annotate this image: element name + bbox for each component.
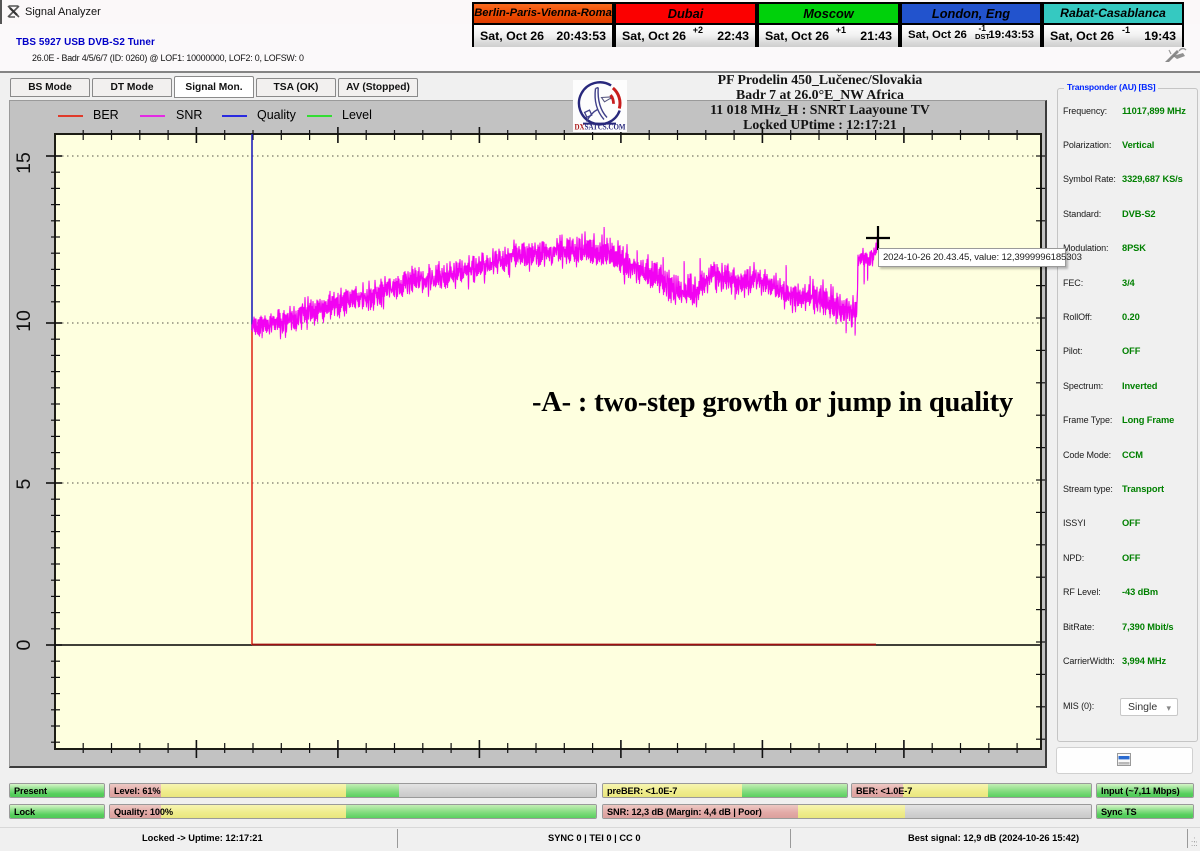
svg-text:10: 10 xyxy=(13,310,35,332)
svg-text:5: 5 xyxy=(13,478,35,489)
svg-text:15: 15 xyxy=(13,152,35,174)
svg-text:0: 0 xyxy=(13,639,35,650)
svg-text:DXSATCS.COM: DXSATCS.COM xyxy=(575,122,626,132)
